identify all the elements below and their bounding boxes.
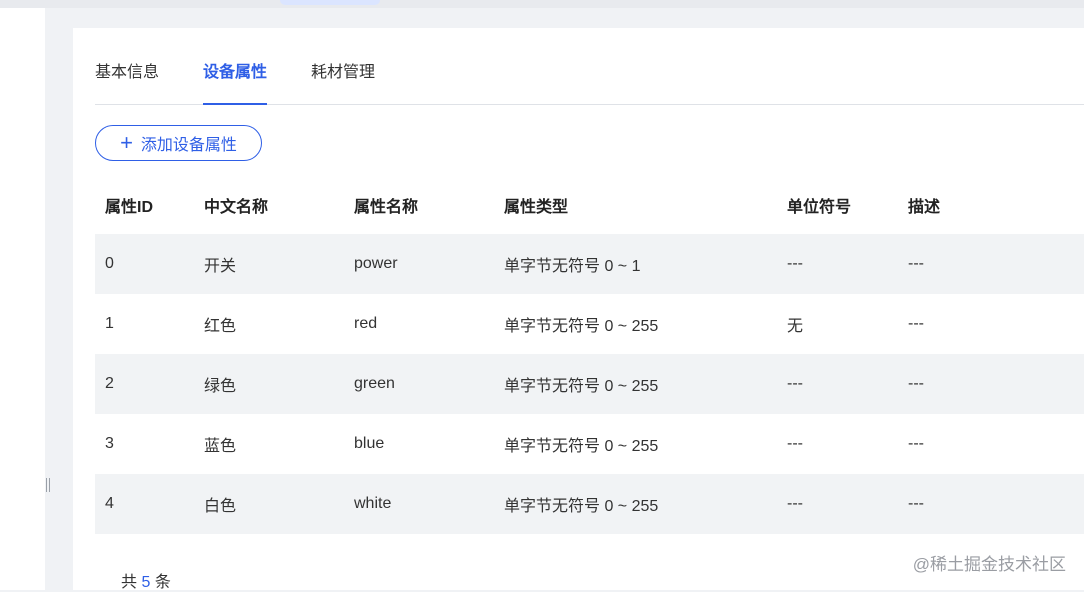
- cell-attribute-name: green: [354, 375, 395, 392]
- cell-id: 4: [105, 495, 114, 512]
- cell-id: 2: [105, 375, 114, 392]
- cell-attribute-name: white: [354, 495, 392, 512]
- table-row[interactable]: 1 红色 red 单字节无符号 0 ~ 255 无 ---: [95, 294, 1084, 354]
- cell-chinese-name: 蓝色: [204, 438, 237, 455]
- column-header-description: 描述: [908, 198, 941, 216]
- table-row[interactable]: 2 绿色 green 单字节无符号 0 ~ 255 --- ---: [95, 354, 1084, 414]
- cell-attribute-type: 单字节无符号 0 ~ 255: [504, 378, 659, 395]
- watermark: @稀土掘金技术社区: [912, 555, 1066, 574]
- total-count: 共 5 条: [121, 568, 171, 592]
- top-strip: [0, 0, 1084, 8]
- cell-unit-symbol: ---: [787, 255, 803, 272]
- cell-attribute-type: 单字节无符号 0 ~ 1: [504, 258, 641, 275]
- column-header-unit-symbol: 单位符号: [787, 198, 852, 216]
- total-suffix: 条: [154, 574, 171, 591]
- add-button-label: 添加设备属性: [140, 137, 237, 154]
- left-sidebar-edge: [0, 8, 45, 590]
- table-row[interactable]: 4 白色 white 单字节无符号 0 ~ 255 --- ---: [95, 474, 1084, 534]
- total-count-value: 5: [141, 574, 151, 591]
- cell-id: 3: [105, 435, 114, 452]
- cell-unit-symbol: 无: [787, 318, 804, 335]
- cell-attribute-type: 单字节无符号 0 ~ 255: [504, 438, 659, 455]
- total-prefix: 共: [121, 574, 138, 591]
- cell-id: 0: [105, 255, 114, 272]
- cell-attribute-type: 单字节无符号 0 ~ 255: [504, 318, 659, 335]
- column-header-attribute-type: 属性类型: [504, 198, 569, 216]
- column-header-id: 属性ID: [105, 198, 154, 216]
- cell-attribute-name: red: [354, 315, 378, 332]
- cell-chinese-name: 开关: [204, 258, 237, 275]
- tab-device-attributes[interactable]: 设备属性: [203, 56, 268, 105]
- cell-unit-symbol: ---: [787, 435, 803, 452]
- left-gutter: [45, 8, 73, 590]
- column-header-chinese-name: 中文名称: [204, 198, 269, 216]
- cell-unit-symbol: ---: [787, 375, 803, 392]
- table-header-row: 属性ID 中文名称 属性名称 属性类型 单位符号 描述: [95, 175, 1084, 234]
- cell-id: 1: [105, 315, 114, 332]
- tab-basic-info[interactable]: 基本信息: [95, 56, 159, 104]
- plus-icon: +: [120, 130, 133, 155]
- cell-description: ---: [908, 375, 924, 392]
- cell-description: ---: [908, 255, 924, 272]
- table-row[interactable]: 0 开关 power 单字节无符号 0 ~ 1 --- ---: [95, 234, 1084, 294]
- top-highlight: [280, 0, 380, 5]
- tab-consumables[interactable]: 耗材管理: [311, 56, 375, 104]
- cell-unit-symbol: ---: [787, 495, 803, 512]
- cell-attribute-name: power: [354, 255, 398, 272]
- tab-bar: 基本信息 设备属性 耗材管理: [95, 56, 1084, 105]
- add-device-attribute-button[interactable]: + 添加设备属性: [95, 125, 262, 161]
- cell-description: ---: [908, 495, 924, 512]
- cell-description: ---: [908, 435, 924, 452]
- cell-chinese-name: 绿色: [204, 378, 237, 395]
- cell-attribute-name: blue: [354, 435, 385, 452]
- resize-handle-icon[interactable]: [45, 478, 51, 496]
- cell-attribute-type: 单字节无符号 0 ~ 255: [504, 498, 659, 515]
- cell-chinese-name: 红色: [204, 318, 237, 335]
- column-header-attribute-name: 属性名称: [354, 198, 419, 216]
- cell-description: ---: [908, 315, 924, 332]
- table-row[interactable]: 3 蓝色 blue 单字节无符号 0 ~ 255 --- ---: [95, 414, 1084, 474]
- cell-chinese-name: 白色: [204, 498, 237, 515]
- attributes-table: 属性ID 中文名称 属性名称 属性类型 单位符号 描述 0 开关 power 单…: [95, 175, 1084, 534]
- content-card: 基本信息 设备属性 耗材管理 + 添加设备属性 属性ID 中文名称 属性名称 属…: [73, 28, 1084, 592]
